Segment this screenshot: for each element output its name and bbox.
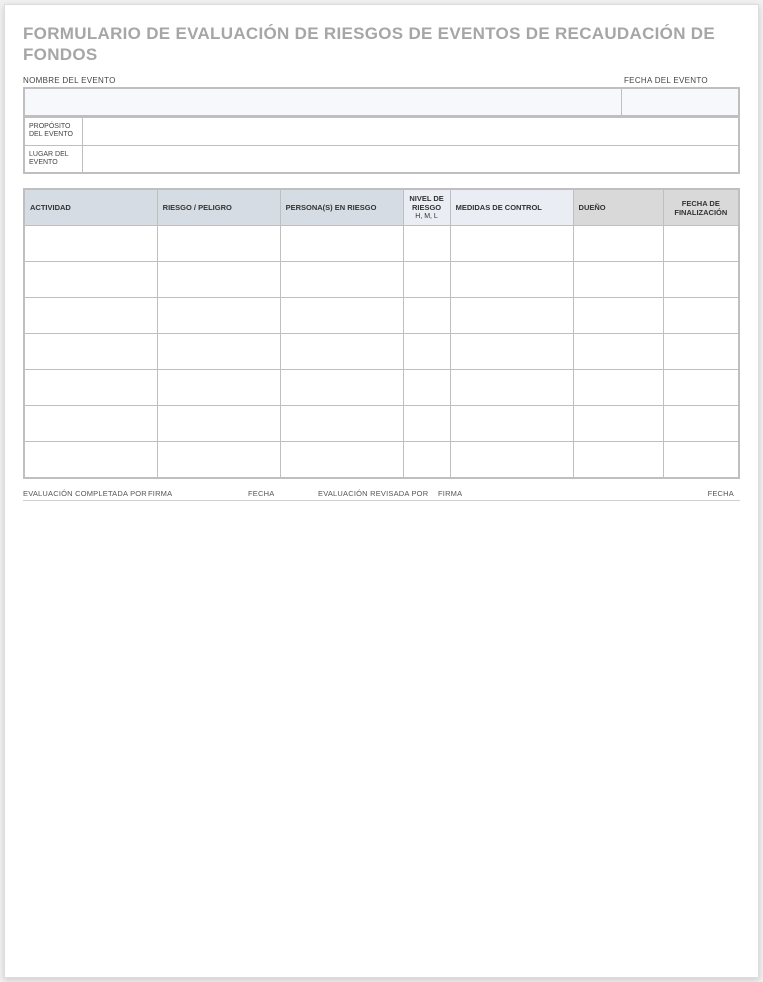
cell-hazard[interactable]: [157, 262, 280, 298]
cell-controls[interactable]: [450, 370, 573, 406]
col-controls: MEDIDAS DE CONTROL: [450, 189, 573, 226]
form-title: FORMULARIO DE EVALUACIÓN DE RIESGOS DE E…: [23, 23, 740, 66]
table-row: [24, 226, 739, 262]
date2-label: FECHA: [538, 489, 740, 501]
cell-level[interactable]: [403, 226, 450, 262]
cell-controls[interactable]: [450, 298, 573, 334]
cell-activity[interactable]: [24, 334, 157, 370]
cell-owner[interactable]: [573, 334, 663, 370]
cell-controls[interactable]: [450, 406, 573, 442]
cell-persons[interactable]: [280, 442, 403, 478]
table-header-row: ACTIVIDAD RIESGO / PELIGRO PERSONA(S) EN…: [24, 189, 739, 226]
cell-controls[interactable]: [450, 262, 573, 298]
completed-by-label: EVALUACIÓN COMPLETADA POR: [23, 489, 148, 501]
cell-persons[interactable]: [280, 370, 403, 406]
cell-hazard[interactable]: [157, 442, 280, 478]
cell-activity[interactable]: [24, 406, 157, 442]
cell-persons[interactable]: [280, 334, 403, 370]
event-name-label: NOMBRE DEL EVENTO: [23, 76, 624, 85]
cell-activity[interactable]: [24, 442, 157, 478]
cell-hazard[interactable]: [157, 406, 280, 442]
risk-assessment-table: ACTIVIDAD RIESGO / PELIGRO PERSONA(S) EN…: [23, 188, 740, 479]
event-date-label: FECHA DEL EVENTO: [624, 76, 740, 85]
form-page: FORMULARIO DE EVALUACIÓN DE RIESGOS DE E…: [4, 4, 759, 978]
cell-owner[interactable]: [573, 226, 663, 262]
cell-owner[interactable]: [573, 262, 663, 298]
cell-completion[interactable]: [663, 262, 739, 298]
venue-label: LUGAR DEL EVENTO: [24, 145, 82, 173]
header-labels: NOMBRE DEL EVENTO FECHA DEL EVENTO: [23, 76, 740, 85]
event-info-table: PROPÓSITO DEL EVENTO LUGAR DEL EVENTO: [23, 117, 740, 175]
signature1-label: FIRMA: [148, 489, 248, 501]
table-row: [24, 262, 739, 298]
purpose-label: PROPÓSITO DEL EVENTO: [24, 117, 82, 145]
col-hazard: RIESGO / PELIGRO: [157, 189, 280, 226]
table-row: [24, 334, 739, 370]
cell-owner[interactable]: [573, 370, 663, 406]
cell-level[interactable]: [403, 298, 450, 334]
reviewed-by-label: EVALUACIÓN REVISADA POR: [308, 489, 438, 501]
cell-hazard[interactable]: [157, 298, 280, 334]
cell-level[interactable]: [403, 406, 450, 442]
cell-owner[interactable]: [573, 298, 663, 334]
cell-activity[interactable]: [24, 262, 157, 298]
table-row: [24, 370, 739, 406]
cell-persons[interactable]: [280, 262, 403, 298]
cell-completion[interactable]: [663, 406, 739, 442]
cell-persons[interactable]: [280, 226, 403, 262]
cell-level[interactable]: [403, 334, 450, 370]
cell-completion[interactable]: [663, 298, 739, 334]
cell-persons[interactable]: [280, 406, 403, 442]
cell-controls[interactable]: [450, 334, 573, 370]
cell-completion[interactable]: [663, 334, 739, 370]
cell-completion[interactable]: [663, 370, 739, 406]
cell-activity[interactable]: [24, 226, 157, 262]
cell-level[interactable]: [403, 370, 450, 406]
col-level-sub: H, M, L: [409, 213, 445, 221]
cell-level[interactable]: [403, 442, 450, 478]
cell-persons[interactable]: [280, 298, 403, 334]
signature2-label: FIRMA: [438, 489, 538, 501]
col-level: NIVEL DE RIESGO H, M, L: [403, 189, 450, 226]
event-date-field[interactable]: [622, 89, 738, 115]
date1-label: FECHA: [248, 489, 308, 501]
cell-owner[interactable]: [573, 442, 663, 478]
table-row: [24, 298, 739, 334]
col-activity: ACTIVIDAD: [24, 189, 157, 226]
cell-level[interactable]: [403, 262, 450, 298]
col-level-main: NIVEL DE RIESGO: [409, 194, 443, 212]
cell-hazard[interactable]: [157, 334, 280, 370]
cell-hazard[interactable]: [157, 370, 280, 406]
cell-controls[interactable]: [450, 442, 573, 478]
header-input-row: [23, 87, 740, 117]
col-completion: FECHA DE FINALIZACIÓN: [663, 189, 739, 226]
col-persons: PERSONA(S) EN RIESGO: [280, 189, 403, 226]
cell-activity[interactable]: [24, 298, 157, 334]
cell-owner[interactable]: [573, 406, 663, 442]
venue-field[interactable]: [82, 145, 739, 173]
purpose-field[interactable]: [82, 117, 739, 145]
table-row: [24, 442, 739, 478]
cell-completion[interactable]: [663, 226, 739, 262]
cell-activity[interactable]: [24, 370, 157, 406]
col-owner: DUEÑO: [573, 189, 663, 226]
cell-hazard[interactable]: [157, 226, 280, 262]
table-row: [24, 406, 739, 442]
event-name-field[interactable]: [25, 89, 622, 115]
signature-row: EVALUACIÓN COMPLETADA POR FIRMA FECHA EV…: [23, 489, 740, 501]
cell-controls[interactable]: [450, 226, 573, 262]
cell-completion[interactable]: [663, 442, 739, 478]
